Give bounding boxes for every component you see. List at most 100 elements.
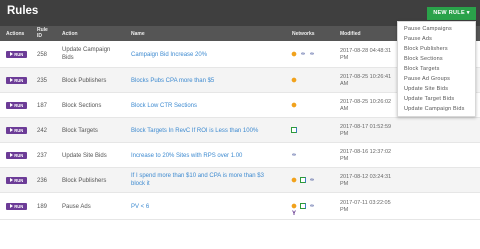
run-label: RUN xyxy=(14,178,24,183)
modified-line2: PM xyxy=(340,207,349,213)
rule-id: 235 xyxy=(37,78,48,84)
rule-id: 189 xyxy=(37,204,48,210)
col-rule-id: Rule ID xyxy=(37,27,48,39)
run-label: RUN xyxy=(14,128,24,133)
green-square-icon xyxy=(300,177,306,183)
col-rule-id-line2: ID xyxy=(37,32,42,39)
green-square-icon xyxy=(300,203,306,209)
rule-name-link[interactable]: PV < 6 xyxy=(131,203,296,211)
tripadvisor-owl-icon: ∞ xyxy=(310,177,314,183)
run-button[interactable]: RUN xyxy=(6,51,27,58)
table-row: RUN 237 Update Site Bids Increase to 20%… xyxy=(0,143,480,168)
dropdown-item[interactable]: Update Campaign Bids xyxy=(404,106,465,112)
run-button[interactable]: RUN xyxy=(6,203,27,210)
orange-ball-icon xyxy=(291,51,297,57)
rule-action: Block Publishers xyxy=(62,177,132,185)
rule-name-line2: block it xyxy=(131,181,150,187)
green-square-icon xyxy=(291,127,297,133)
modified-line1: 2017-08-25 10:26:41 xyxy=(340,74,392,80)
orange-ball-icon xyxy=(291,77,297,83)
col-action: Action xyxy=(62,31,78,37)
rule-id: 242 xyxy=(37,128,48,134)
run-label: RUN xyxy=(14,78,24,83)
tripadvisor-owl-icon: ∞ xyxy=(292,152,296,158)
rule-action: Block Publishers xyxy=(62,77,132,85)
run-button[interactable]: RUN xyxy=(6,152,27,159)
rule-name-line1: Block Low CTR Sections xyxy=(131,103,198,109)
col-modified: Modified xyxy=(340,31,361,37)
dropdown-item[interactable]: Pause Ads xyxy=(404,36,432,42)
run-button[interactable]: RUN xyxy=(6,77,27,84)
dropdown-item[interactable]: Block Publishers xyxy=(404,46,448,52)
play-icon xyxy=(9,128,13,132)
modified-line1: 2017-08-28 04:48:31 xyxy=(340,48,392,54)
rule-name-link[interactable]: Block Targets In RevC If ROI is Less tha… xyxy=(131,127,296,135)
dropdown-item[interactable]: Pause Campaigns xyxy=(404,26,452,32)
caret-down-icon: ▾ xyxy=(466,10,470,16)
play-icon xyxy=(9,78,13,82)
dropdown-item[interactable]: Update Target Bids xyxy=(404,96,454,102)
rule-name-link[interactable]: If I spend more than $10 and CPA is more… xyxy=(131,172,296,188)
dropdown-item[interactable]: Update Site Bids xyxy=(404,86,448,92)
run-button[interactable]: RUN xyxy=(6,177,27,184)
rule-action-line1: Update Site Bids xyxy=(62,153,107,159)
modified-date: 2017-08-25 10:26:41 AM xyxy=(340,74,391,88)
rule-action-line1: Block Targets xyxy=(62,128,98,134)
play-icon xyxy=(9,153,13,157)
rule-action-line1: Block Sections xyxy=(62,103,102,109)
modified-date: 2017-08-17 01:52:59 PM xyxy=(340,124,391,138)
modified-line1: 2017-08-12 03:24:31 xyxy=(340,174,392,180)
col-networks: Networks xyxy=(292,31,315,37)
modified-date: 2017-08-25 10:26:02 AM xyxy=(340,99,391,113)
modified-line1: 2017-08-16 12:37:02 xyxy=(340,149,392,155)
table-row: RUN 189 Pause Ads PV < 6 ∞ Y 2017-07-11 0… xyxy=(0,193,480,220)
rule-action: Update Site Bids xyxy=(62,152,132,160)
run-label: RUN xyxy=(14,52,24,57)
orange-ball-icon xyxy=(291,177,297,183)
dropdown-item[interactable]: Pause Ad Groups xyxy=(404,76,450,82)
rule-id: 187 xyxy=(37,103,48,109)
tripadvisor-owl-icon: ∞ xyxy=(310,51,314,57)
modified-line2: PM xyxy=(340,55,349,61)
modified-line1: 2017-08-17 01:52:59 xyxy=(340,124,392,130)
modified-line2: PM xyxy=(340,181,349,187)
modified-date: 2017-08-12 03:24:31 PM xyxy=(340,174,391,188)
rule-name-link[interactable]: Blocks Pubs CPA more than $5 xyxy=(131,77,296,85)
new-rule-button[interactable]: NEW RULE ▾ xyxy=(427,7,476,20)
rule-action-line1: Update Campaign xyxy=(62,47,111,53)
modified-line1: 2017-07-11 03:22:05 xyxy=(340,200,391,206)
rule-name-link[interactable]: Campaign Bid Increase 20% xyxy=(131,51,296,59)
modified-line2: PM xyxy=(340,131,349,137)
rule-action: Block Targets xyxy=(62,127,132,135)
rule-name-link[interactable]: Block Low CTR Sections xyxy=(131,102,296,110)
play-icon xyxy=(9,103,13,107)
rule-id: 258 xyxy=(37,52,48,58)
tripadvisor-owl-icon: ∞ xyxy=(310,203,314,209)
rule-name-link[interactable]: Increase to 20% Sites with RPS over 1.00 xyxy=(131,152,296,160)
table-row: RUN 242 Block Targets Block Targets In R… xyxy=(0,118,480,143)
play-icon xyxy=(9,178,13,182)
play-icon xyxy=(9,52,13,56)
rule-id: 237 xyxy=(37,153,48,159)
dropdown-item[interactable]: Block Targets xyxy=(404,66,440,72)
play-icon xyxy=(9,204,13,208)
run-button[interactable]: RUN xyxy=(6,127,27,134)
orange-ball-icon xyxy=(291,203,297,209)
rule-name-line1: PV < 6 xyxy=(131,204,150,210)
new-rule-label: NEW RULE xyxy=(433,10,465,16)
rule-id: 236 xyxy=(37,178,48,184)
rule-action-line1: Pause Ads xyxy=(62,204,91,210)
rule-action-line1: Block Publishers xyxy=(62,78,107,84)
rule-name-line1: If I spend more than $10 and CPA is more… xyxy=(131,173,264,179)
modified-date: 2017-07-11 03:22:05 PM xyxy=(340,200,391,214)
page-title: Rules xyxy=(7,5,39,17)
table-row: RUN 236 Block Publishers If I spend more… xyxy=(0,168,480,193)
run-label: RUN xyxy=(14,153,24,158)
modified-line2: AM xyxy=(340,81,349,87)
col-actions: Actions xyxy=(6,31,25,37)
dropdown-item[interactable]: Block Sections xyxy=(404,56,443,62)
run-button[interactable]: RUN xyxy=(6,102,27,109)
new-rule-dropdown: Pause Campaigns Pause Ads Block Publishers… xyxy=(397,21,476,117)
rule-action-line2: Bids xyxy=(62,55,74,61)
orange-ball-icon xyxy=(291,102,297,108)
